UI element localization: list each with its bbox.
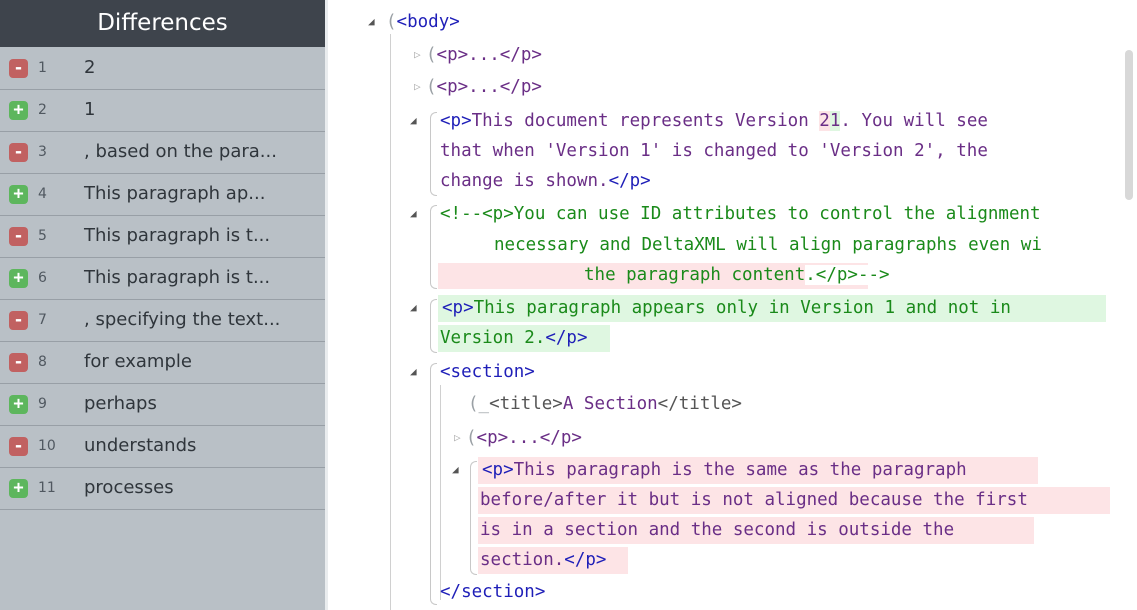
difference-text: 2 [84,57,95,78]
differences-sidebar: Differences -12+21-3, based on the para.… [0,0,325,610]
guide-line [390,34,391,610]
minus-icon: - [9,353,28,372]
element-bracket [430,299,437,353]
difference-text: for example [84,351,192,372]
comment-text: necessary and DeltaXML will align paragr… [494,235,1042,255]
difference-number: 5 [38,228,47,244]
deleted-text[interactable]: 2 [819,111,830,131]
collapsed-element[interactable]: <p>...</p> [477,428,582,448]
difference-text: This paragraph ap... [84,183,265,204]
difference-number: 1 [38,60,47,76]
text-content: change is shown. [440,171,609,191]
sidebar-title: Differences [0,0,325,47]
p-close-tag: </p> [545,328,587,348]
difference-number: 4 [38,186,47,202]
comment-text: .</p>--> [805,265,889,285]
minus-icon: - [9,59,28,78]
expanded-triangle-icon[interactable]: ◢ [410,109,417,133]
minus-icon: - [9,143,28,162]
deleted-text[interactable]: section. [480,550,564,570]
difference-number: 2 [38,102,47,118]
text-content: This document represents Version [472,111,820,131]
body-open-tag: <body> [397,12,460,32]
difference-text: understands [84,435,196,456]
difference-number: 6 [38,270,47,286]
element-bracket [430,363,437,605]
difference-row[interactable]: +2 1 [0,90,325,132]
difference-number: 9 [38,396,47,412]
element-bracket [430,205,437,289]
plus-icon: + [9,185,28,204]
section-open-tag: <section> [440,362,535,382]
collapsed-element[interactable]: <p>...</p> [437,45,542,65]
section-close-tag: </section> [440,582,545,602]
p-close-tag: </p> [609,171,651,191]
minus-icon: - [9,227,28,246]
title-open-tag: <title> [489,394,563,414]
difference-number: 3 [38,144,47,160]
difference-row[interactable]: -7 , specifying the text... [0,300,325,342]
difference-text: perhaps [84,393,157,414]
difference-row[interactable]: -3 , based on the para... [0,132,325,174]
difference-number: 7 [38,312,47,328]
difference-row[interactable]: +4 This paragraph ap... [0,174,325,216]
plus-icon: + [9,269,28,288]
expanded-triangle-icon[interactable]: ◢ [452,458,459,482]
difference-text: , based on the para... [84,141,277,162]
p-open-tag: <p> [442,298,474,318]
p-open-tag: <p> [440,111,472,131]
plus-icon: + [9,479,28,498]
difference-row[interactable]: +11 processes [0,468,325,510]
text-content: that when 'Version 1' is changed to 'Ver… [440,141,988,161]
difference-text: , specifying the text... [84,309,280,330]
title-close-tag: </title> [658,394,742,414]
difference-row[interactable]: -1 2 [0,48,325,90]
difference-number: 8 [38,354,47,370]
collapsed-triangle-icon[interactable]: ▷ [454,426,461,450]
guide-line [440,385,441,600]
comment-text: <!--<p>You can use ID attributes to cont… [440,204,1041,224]
scrollbar-thumb[interactable] [1125,50,1133,200]
expanded-triangle-icon[interactable]: ◢ [410,296,417,320]
collapsed-element[interactable]: <p>...</p> [437,77,542,97]
element-bracket [470,461,477,575]
p-open-tag: <p> [482,460,514,480]
inserted-text[interactable]: Version 2. [440,328,545,348]
deleted-text[interactable]: is in a section and the second is outsid… [480,520,954,540]
plus-icon: + [9,395,28,414]
inserted-text[interactable]: This paragraph appears only in Version 1… [474,298,1011,318]
difference-row[interactable]: +9 perhaps [0,384,325,426]
difference-row[interactable]: -5 This paragraph is t... [0,216,325,258]
expanded-triangle-icon[interactable]: ◢ [368,10,375,34]
difference-number: 11 [38,480,56,496]
element-bracket [430,112,437,196]
deleted-text[interactable]: before/after it but is not aligned becau… [480,490,1028,510]
title-text: A Section [563,394,658,414]
difference-row[interactable]: -8 for example [0,342,325,384]
difference-number: 10 [38,438,56,454]
difference-text: 1 [84,99,95,120]
deleted-text[interactable]: This paragraph is the same as the paragr… [514,460,967,480]
collapsed-triangle-icon[interactable]: ▷ [414,43,421,67]
p-close-tag: </p> [564,550,606,570]
code-view: ◢ (<body> ▷ (<p>...</p> ▷ (<p>...</p> ◢ … [328,0,1137,610]
expanded-triangle-icon[interactable]: ◢ [410,202,417,226]
difference-row[interactable]: +6 This paragraph is t... [0,258,325,300]
minus-icon: - [9,437,28,456]
text-content: . You will see [840,111,988,131]
plus-icon: + [9,101,28,120]
difference-text: This paragraph is t... [84,225,270,246]
difference-row[interactable]: -10 understands [0,426,325,468]
deleted-comment-text[interactable]: the paragraph content [584,265,805,285]
minus-icon: - [9,311,28,330]
inserted-text[interactable]: 1 [830,111,841,131]
expanded-triangle-icon[interactable]: ◢ [410,360,417,384]
collapsed-triangle-icon[interactable]: ▷ [414,75,421,99]
difference-text: processes [84,477,174,498]
difference-text: This paragraph is t... [84,267,270,288]
